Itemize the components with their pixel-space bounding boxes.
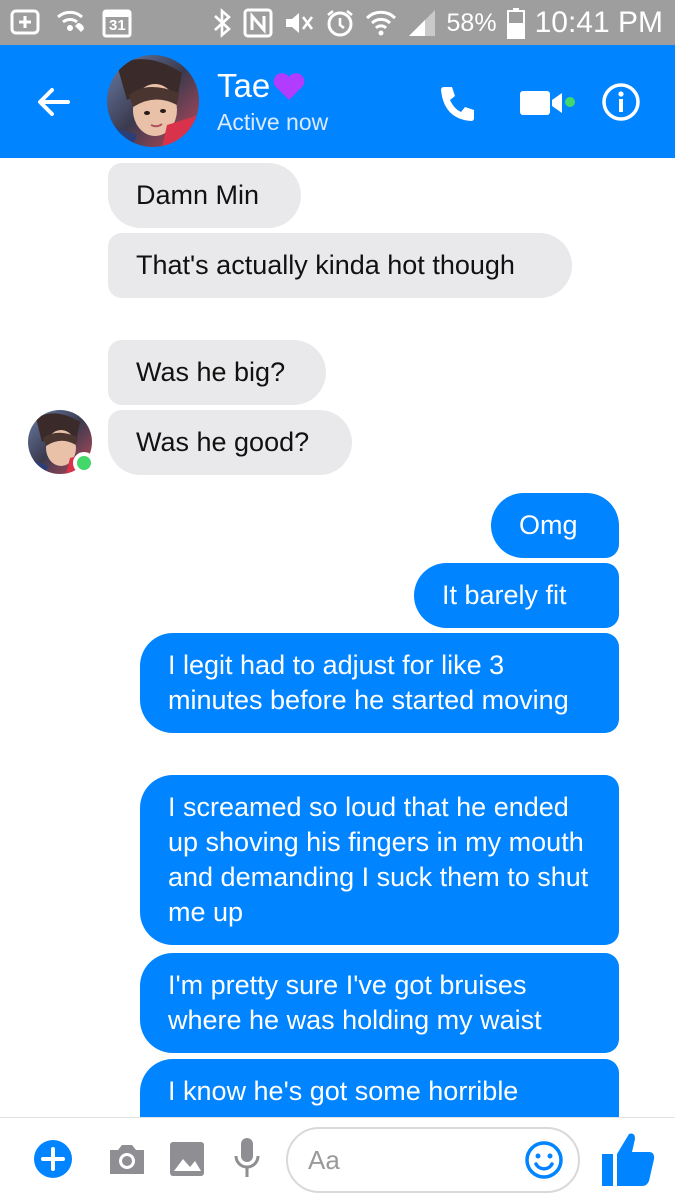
- message-text: Omg: [519, 510, 578, 540]
- message-incoming[interactable]: That's actually kinda hot though: [108, 233, 572, 298]
- message-incoming[interactable]: Damn Min: [108, 163, 301, 228]
- plus-icon: [34, 1140, 72, 1178]
- message-input[interactable]: [308, 1129, 528, 1191]
- video-call-button[interactable]: [518, 87, 570, 119]
- contact-name: Tae: [217, 67, 271, 104]
- voice-call-button[interactable]: [436, 82, 478, 124]
- video-camera-icon: [520, 91, 562, 115]
- message-outgoing[interactable]: I'm pretty sure I've got bruises where h…: [140, 953, 619, 1053]
- like-button[interactable]: [600, 1130, 656, 1188]
- purple-heart-icon: [272, 71, 306, 101]
- message-incoming[interactable]: Was he good?: [108, 410, 352, 475]
- message-text: I screamed so loud that he ended up shov…: [168, 792, 589, 927]
- nfc-icon: [243, 8, 273, 38]
- contact-avatar[interactable]: [107, 55, 199, 147]
- camera-button[interactable]: [106, 1140, 148, 1178]
- mute-icon: [283, 8, 315, 38]
- message-text: I legit had to adjust for like 3 minutes…: [168, 650, 569, 715]
- online-indicator: [73, 452, 95, 474]
- signal-icon: [407, 8, 437, 38]
- camera-icon: [110, 1145, 144, 1174]
- message-outgoing[interactable]: Omg: [491, 493, 619, 558]
- like-icon: [602, 1133, 655, 1186]
- bluetooth-icon: [211, 8, 233, 38]
- video-active-dot: [565, 97, 575, 107]
- more-actions-button[interactable]: [32, 1138, 74, 1180]
- message-incoming[interactable]: Was he big?: [108, 340, 326, 405]
- info-icon: [602, 83, 640, 121]
- message-input-box[interactable]: [286, 1127, 580, 1193]
- status-bar: 31 58% 10:41 PM: [0, 0, 675, 45]
- message-outgoing[interactable]: I legit had to adjust for like 3 minutes…: [140, 633, 619, 733]
- message-text: It barely fit: [442, 580, 567, 610]
- contact-status: Active now: [217, 109, 329, 135]
- battery-icon: [506, 7, 525, 39]
- wifi-call-icon: [54, 7, 88, 37]
- wifi-icon: [365, 8, 397, 38]
- message-text: That's actually kinda hot though: [136, 250, 515, 280]
- calendar-day: 31: [109, 17, 126, 34]
- message-outgoing[interactable]: It barely fit: [414, 563, 619, 628]
- emoji-icon: [525, 1141, 563, 1179]
- message-text: I know he's got some horrible: [168, 1076, 519, 1106]
- contact-name-row[interactable]: Tae: [217, 67, 306, 105]
- message-text: I'm pretty sure I've got bruises where h…: [168, 970, 542, 1035]
- info-button[interactable]: [601, 82, 641, 122]
- message-outgoing[interactable]: I screamed so loud that he ended up shov…: [140, 775, 619, 945]
- phone-icon: [441, 87, 474, 121]
- message-composer: [0, 1117, 675, 1200]
- message-text: Was he big?: [136, 357, 286, 387]
- plus-box-icon: [10, 7, 40, 37]
- mic-icon: [234, 1138, 260, 1177]
- battery-percent: 58%: [446, 8, 497, 37]
- calendar-icon: 31: [102, 6, 132, 38]
- voice-message-button[interactable]: [232, 1136, 262, 1182]
- image-icon: [170, 1142, 204, 1176]
- message-text: Was he good?: [136, 427, 310, 457]
- alarm-icon: [325, 8, 355, 38]
- gallery-button[interactable]: [168, 1140, 206, 1178]
- emoji-button[interactable]: [524, 1140, 564, 1180]
- arrow-left-icon: [38, 88, 70, 116]
- conversation-header: Tae Active now: [0, 45, 675, 158]
- back-button[interactable]: [32, 81, 74, 123]
- message-text: Damn Min: [136, 180, 260, 210]
- clock-time: 10:41 PM: [534, 6, 663, 39]
